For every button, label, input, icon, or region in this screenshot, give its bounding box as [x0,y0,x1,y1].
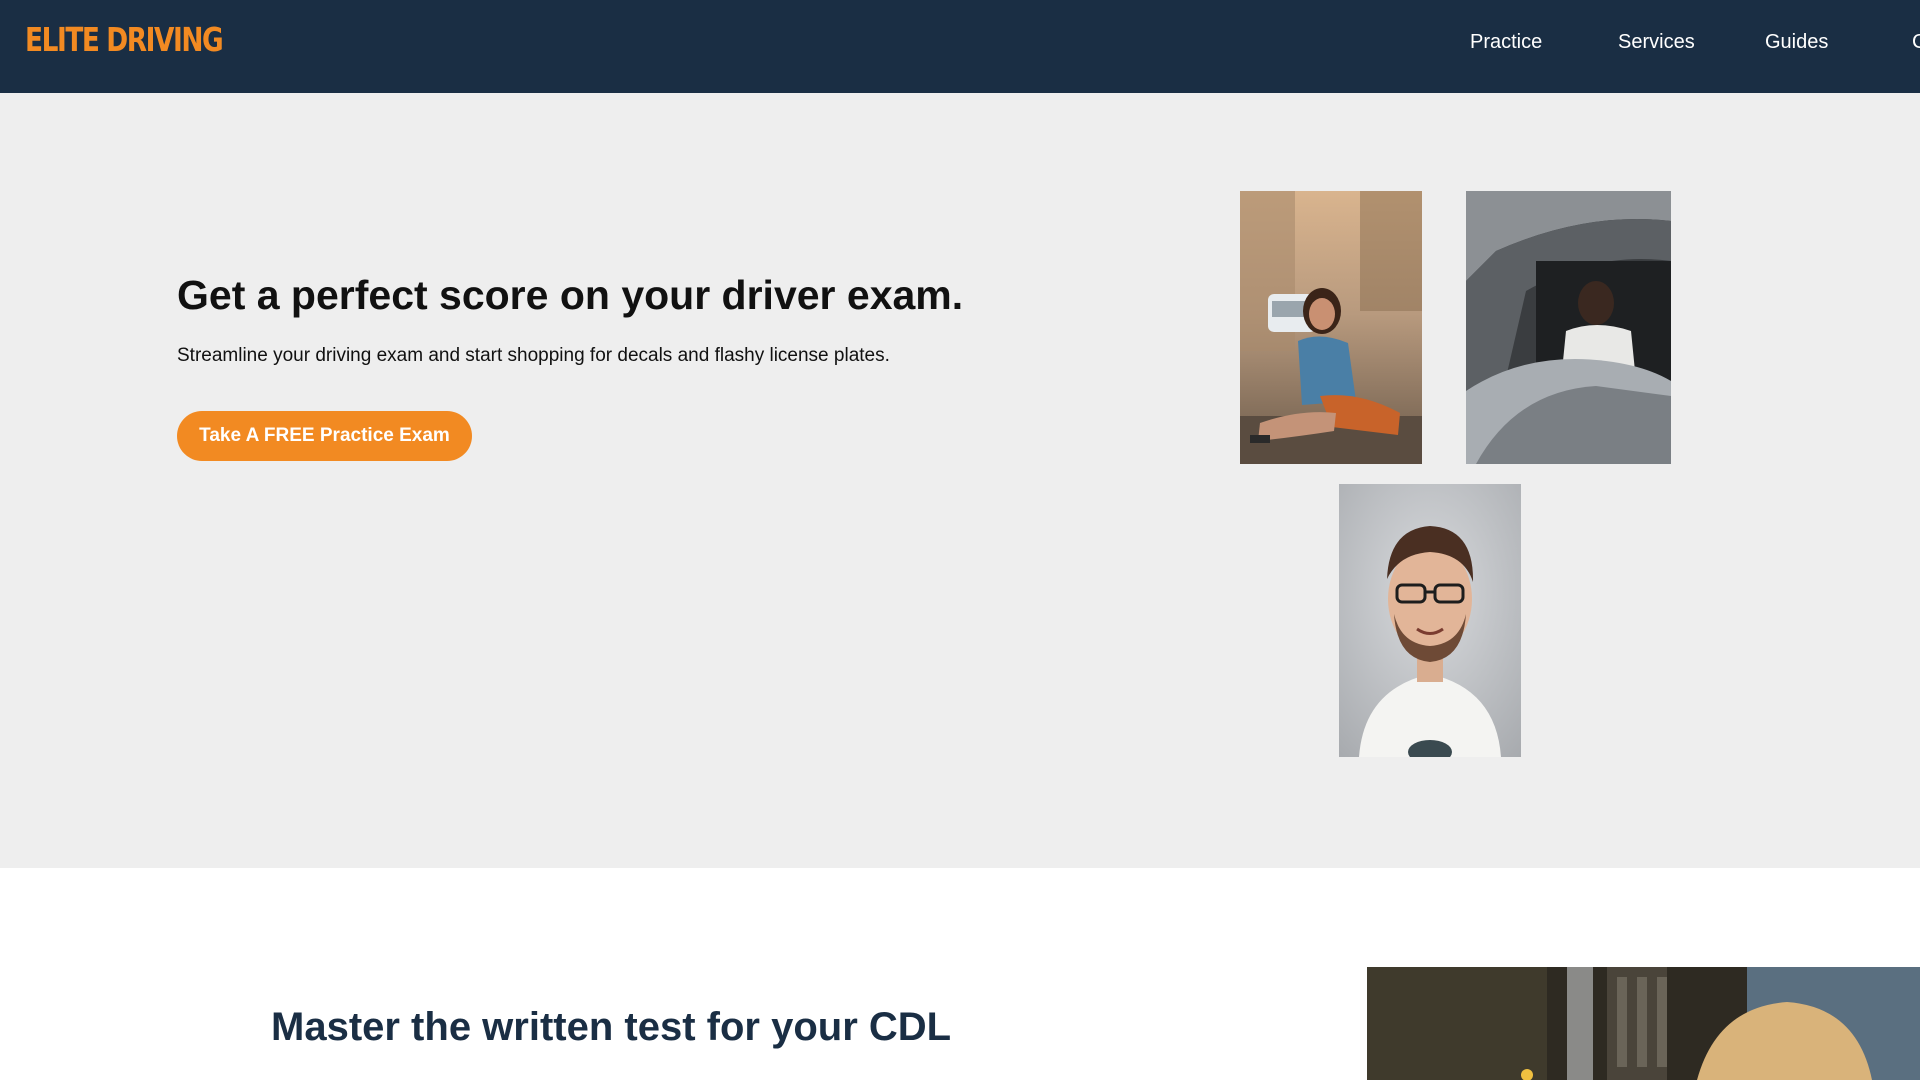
site-header: ELITE DRIVING Practice Services Guides C [0,0,1920,93]
hero-subtitle: Streamline your driving exam and start s… [177,345,890,366]
site-logo[interactable]: ELITE DRIVING [25,20,224,59]
cdl-section-title: Master the written test for your CDL [271,1005,952,1049]
nav-item-truncated[interactable]: C [1912,31,1920,54]
hero-title: Get a perfect score on your driver exam. [177,272,964,318]
hero-section: Get a perfect score on your driver exam.… [0,93,1920,868]
nav-item-services[interactable]: Services [1618,31,1695,54]
practice-exam-button[interactable]: Take A FREE Practice Exam [177,411,472,461]
nav-item-guides[interactable]: Guides [1765,31,1828,54]
nav-item-practice[interactable]: Practice [1470,31,1542,54]
hero-photo-woman [1240,191,1422,464]
cdl-section-photo [1367,967,1920,1080]
hero-photo-man-car [1466,191,1671,464]
hero-photo-man-glasses [1339,484,1521,757]
